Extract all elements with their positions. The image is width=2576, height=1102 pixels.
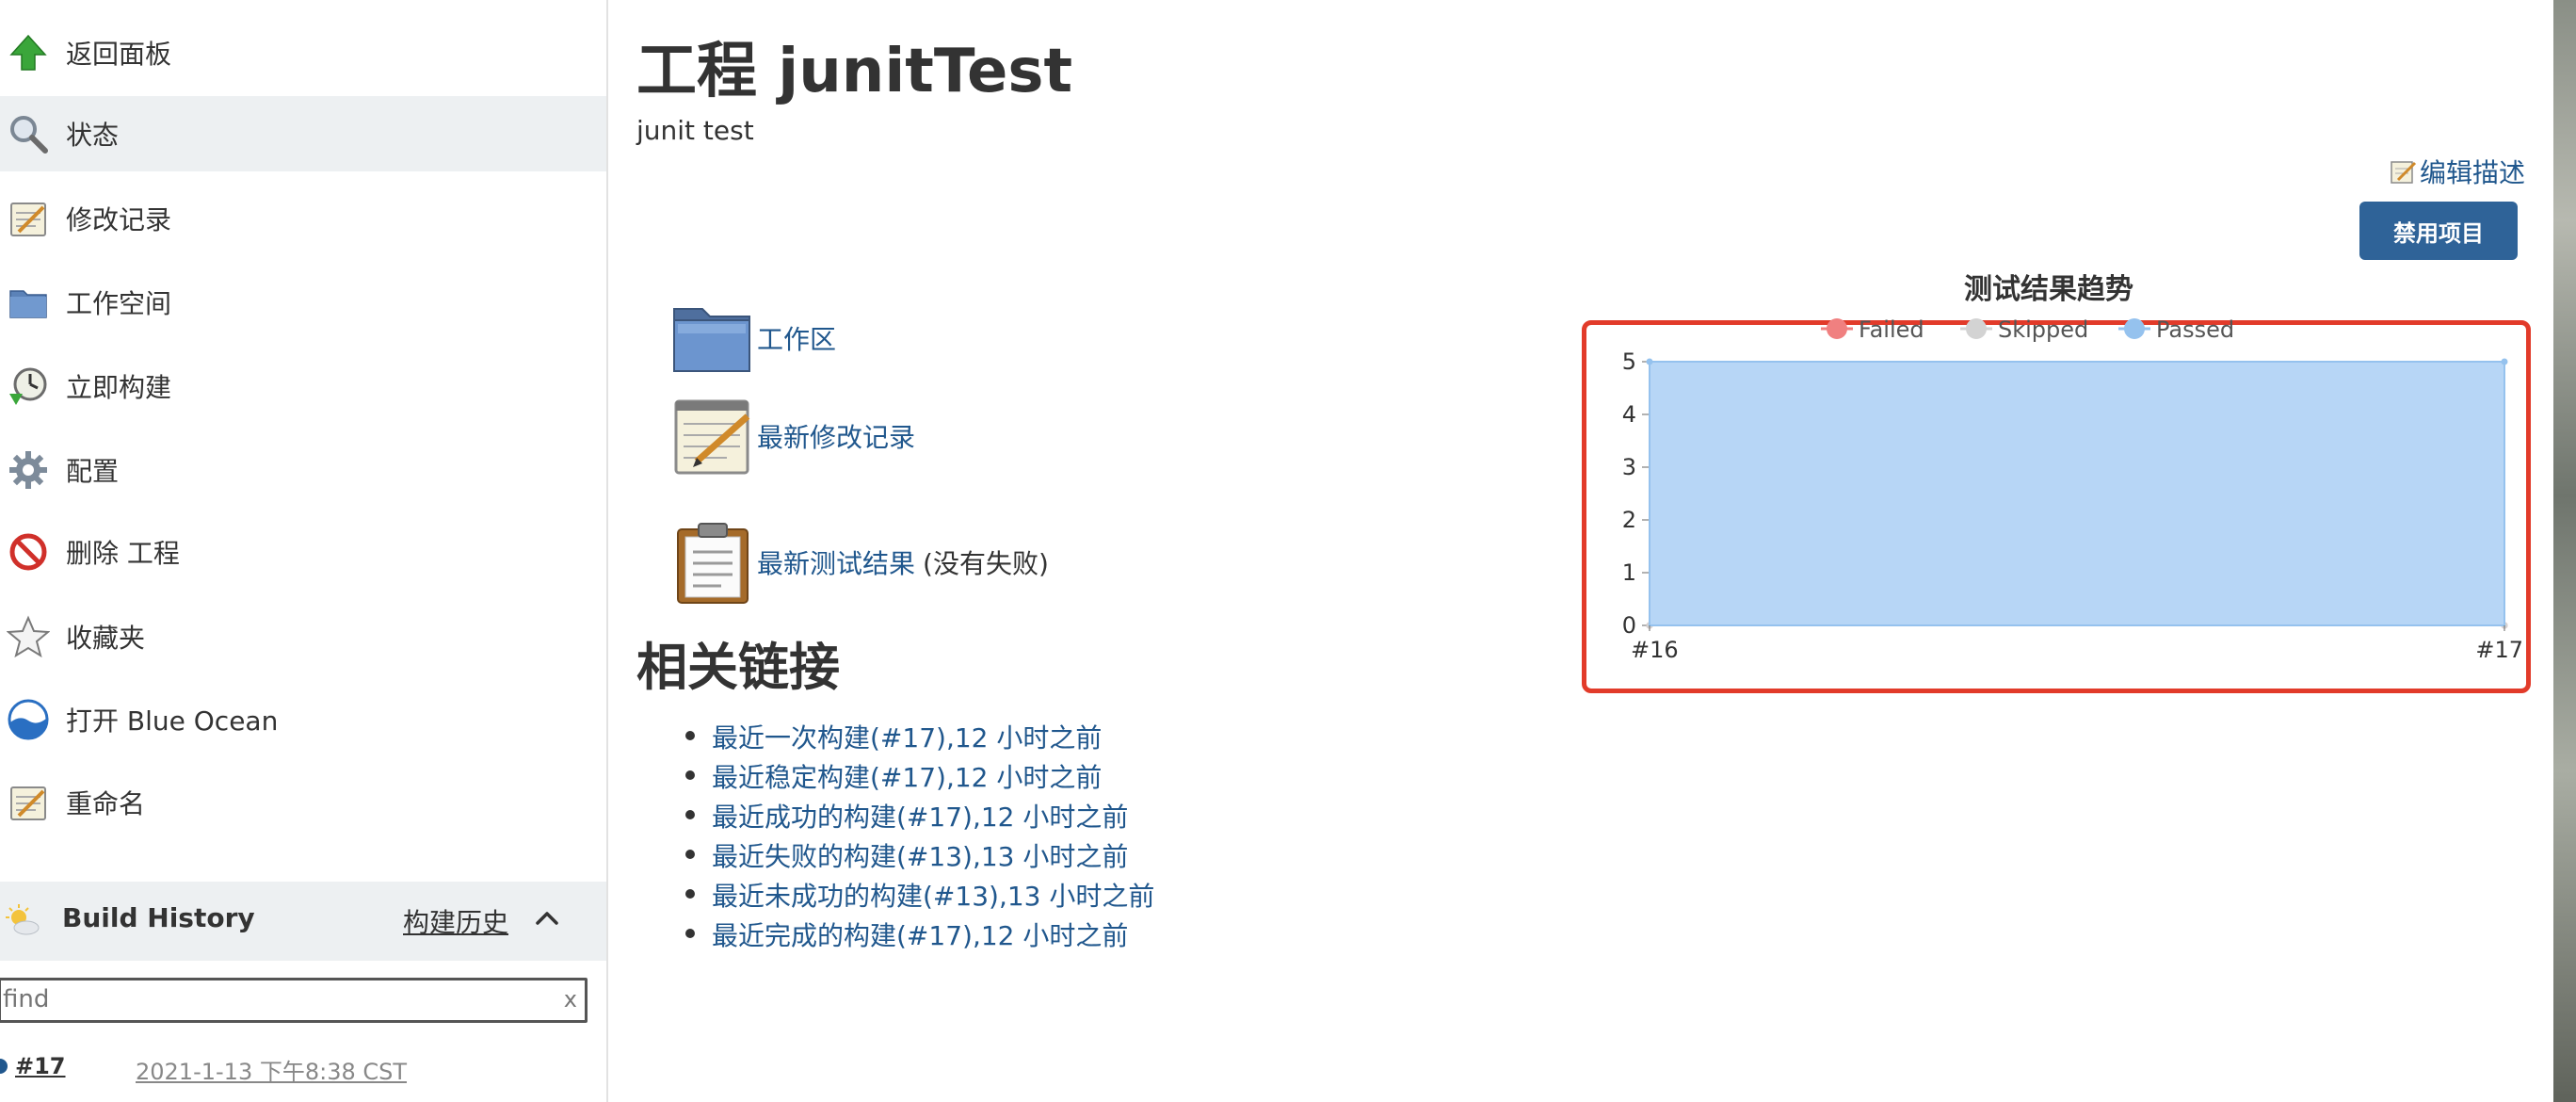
folder-icon bbox=[6, 280, 51, 325]
related-link[interactable]: 最近完成的构建(#17),12 小时之前 bbox=[712, 920, 1128, 951]
sidebar-item-label: 立即构建 bbox=[66, 372, 172, 403]
build-history-title: Build History bbox=[62, 902, 255, 933]
edit-notepad-icon bbox=[2391, 161, 2417, 184]
y-tick-label: 1 bbox=[1622, 559, 1636, 586]
disable-project-button[interactable]: 禁用项目 bbox=[2359, 202, 2518, 260]
clipboard-icon bbox=[670, 520, 755, 605]
y-tick-label: 3 bbox=[1622, 454, 1636, 480]
y-tick-label: 4 bbox=[1622, 401, 1636, 428]
x-tick-label: #17 bbox=[2475, 637, 2523, 663]
legend-marker bbox=[1827, 318, 1847, 339]
latest-changes-link[interactable]: 最新修改记录 bbox=[757, 417, 915, 455]
chevron-up-icon[interactable] bbox=[533, 904, 561, 932]
sidebar-item-build-now[interactable]: 立即构建 bbox=[0, 348, 606, 424]
edit-description-link[interactable]: 编辑描述 bbox=[2390, 153, 2525, 190]
latest-test-result-link[interactable]: 最新测试结果 bbox=[757, 543, 915, 581]
related-link[interactable]: 最近一次构建(#17),12 小时之前 bbox=[712, 722, 1102, 754]
build-number-link[interactable]: #17 bbox=[15, 1053, 66, 1079]
clear-search-button[interactable]: x bbox=[564, 986, 577, 1013]
related-links-list: 最近一次构建(#17),12 小时之前 最近稳定构建(#17),12 小时之前 … bbox=[665, 718, 1154, 955]
data-point-passed bbox=[1646, 358, 1653, 365]
sidebar-item-changes[interactable]: 修改记录 bbox=[0, 181, 606, 256]
gear-icon bbox=[6, 447, 51, 493]
y-tick-label: 0 bbox=[1622, 612, 1636, 639]
list-item: 最近完成的构建(#17),12 小时之前 bbox=[665, 916, 1154, 955]
test-result-note: (没有失败) bbox=[923, 548, 1049, 579]
y-tick-label: 2 bbox=[1622, 507, 1636, 533]
up-arrow-icon bbox=[6, 30, 51, 75]
related-link[interactable]: 最近未成功的构建(#13),13 小时之前 bbox=[712, 881, 1154, 912]
workspace-link-row: 工作区 bbox=[670, 296, 836, 381]
magnifier-icon bbox=[6, 111, 51, 156]
sidebar-item-open-blue-ocean[interactable]: 打开 Blue Ocean bbox=[0, 682, 606, 757]
sidebar-item-delete-project[interactable]: 删除 工程 bbox=[0, 514, 606, 590]
sidebar-item-label: 打开 Blue Ocean bbox=[66, 705, 279, 737]
latest-test-result-link-row: 最新测试结果 (没有失败) bbox=[670, 520, 1049, 605]
build-date-link[interactable]: 2021-1-13 下午8:38 CST bbox=[136, 1053, 407, 1086]
sidebar-item-label: 重命名 bbox=[66, 788, 146, 819]
chart-title: 测试结果趋势 bbox=[1964, 273, 2133, 306]
test-trend-chart[interactable]: 0 1 2 3 4 5 #16 #17 Failed Skipped Passed bbox=[1582, 311, 2523, 688]
notepad-icon bbox=[6, 780, 51, 825]
star-icon bbox=[6, 614, 51, 659]
latest-changes-link-row: 最新修改记录 bbox=[670, 394, 915, 478]
sidebar-item-status[interactable]: 状态 bbox=[0, 96, 606, 171]
sidebar-item-label: 删除 工程 bbox=[66, 538, 180, 569]
project-description: junit test bbox=[636, 115, 754, 146]
build-history-row: #17 2021-1-13 下午8:38 CST bbox=[0, 1047, 606, 1093]
build-history-header: Build History 构建历史 bbox=[0, 882, 606, 961]
edit-description-label: 编辑描述 bbox=[2420, 157, 2526, 188]
legend-label: Skipped bbox=[1998, 316, 2088, 343]
sidebar-item-label: 配置 bbox=[66, 456, 120, 487]
workspace-link[interactable]: 工作区 bbox=[757, 319, 836, 357]
list-item: 最近成功的构建(#17),12 小时之前 bbox=[665, 797, 1154, 836]
sidebar-item-configure[interactable]: 配置 bbox=[0, 432, 606, 508]
list-item: 最近未成功的构建(#13),13 小时之前 bbox=[665, 876, 1154, 916]
blue-ocean-icon bbox=[6, 697, 51, 742]
notepad-icon bbox=[6, 196, 51, 241]
page-title: 工程 junitTest bbox=[636, 37, 1073, 106]
sidebar-item-label: 返回面板 bbox=[66, 39, 172, 70]
build-status-ball-icon bbox=[0, 1059, 8, 1074]
build-search-box: x bbox=[0, 978, 588, 1023]
legend-marker bbox=[2124, 318, 2145, 339]
legend-marker bbox=[1966, 318, 1987, 339]
related-links-title: 相关链接 bbox=[636, 638, 840, 697]
sidebar-item-label: 工作空间 bbox=[66, 288, 172, 319]
related-link[interactable]: 最近成功的构建(#17),12 小时之前 bbox=[712, 802, 1128, 833]
clock-build-icon bbox=[6, 364, 51, 409]
sidebar: 返回面板 状态 修改记录 工作空间 立即构建 配置 删除 工程 收藏夹 打开 B… bbox=[0, 0, 608, 1102]
folder-icon bbox=[670, 296, 755, 381]
no-entry-icon bbox=[6, 529, 51, 575]
sidebar-item-label: 收藏夹 bbox=[66, 623, 146, 654]
list-item: 最近失败的构建(#13),13 小时之前 bbox=[665, 836, 1154, 876]
notepad-icon bbox=[670, 394, 755, 478]
sidebar-item-label: 状态 bbox=[66, 120, 120, 151]
sidebar-item-favorite[interactable]: 收藏夹 bbox=[0, 599, 606, 674]
sidebar-item-rename[interactable]: 重命名 bbox=[0, 765, 606, 840]
build-search-input[interactable] bbox=[3, 982, 530, 1016]
series-area-passed bbox=[1649, 361, 2505, 626]
desktop-background-edge bbox=[2553, 0, 2576, 1102]
legend-label: Failed bbox=[1859, 316, 1924, 343]
list-item: 最近一次构建(#17),12 小时之前 bbox=[665, 718, 1154, 757]
y-tick-label: 5 bbox=[1622, 348, 1636, 375]
sidebar-item-workspace[interactable]: 工作空间 bbox=[0, 265, 606, 340]
build-history-link[interactable]: 构建历史 bbox=[403, 902, 508, 940]
sidebar-item-label: 修改记录 bbox=[66, 204, 172, 235]
legend-label: Passed bbox=[2156, 316, 2234, 343]
related-link[interactable]: 最近失败的构建(#13),13 小时之前 bbox=[712, 841, 1128, 872]
x-tick-label: #16 bbox=[1631, 637, 1679, 663]
weather-sunny-icon bbox=[4, 902, 41, 940]
list-item: 最近稳定构建(#17),12 小时之前 bbox=[665, 757, 1154, 797]
data-point-passed bbox=[2501, 358, 2508, 365]
sidebar-item-back-to-dashboard[interactable]: 返回面板 bbox=[0, 15, 606, 90]
related-link[interactable]: 最近稳定构建(#17),12 小时之前 bbox=[712, 762, 1102, 793]
